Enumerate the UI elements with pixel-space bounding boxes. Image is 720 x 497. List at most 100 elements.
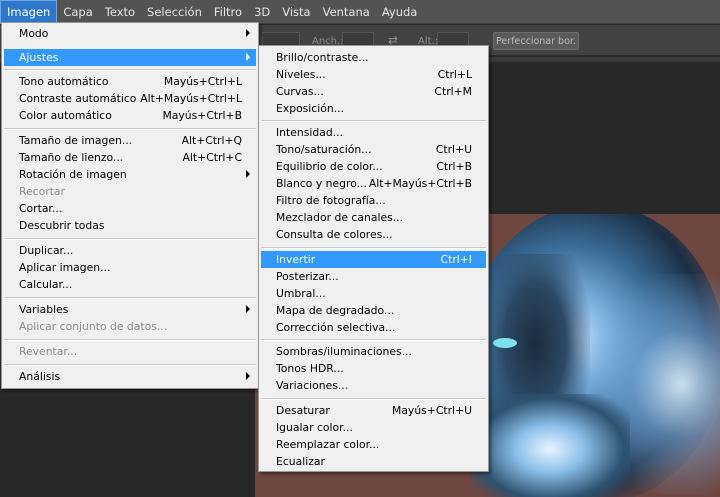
menu-item-label: Curvas... (276, 85, 324, 98)
menu-item-tonos-hdr[interactable]: Tonos HDR... (261, 360, 486, 377)
menu-item-label: Intensidad... (276, 126, 343, 139)
menu-ventana[interactable]: Ventana (317, 0, 376, 24)
menu-item-color-automatico[interactable]: Color automático Mayús+Ctrl+B (4, 107, 256, 124)
menu-item-rotacion-de-imagen[interactable]: Rotación de imagen (4, 166, 256, 183)
menu-item-label: Sombras/iluminaciones... (276, 345, 412, 358)
menu-item-intensidad[interactable]: Intensidad... (261, 124, 486, 141)
menu-separator (4, 297, 256, 299)
menu-imagen[interactable]: Imagen (0, 0, 58, 24)
menu-item-label: Modo (19, 27, 49, 40)
menu-item-shortcut: Alt+Mayús+Ctrl+B (368, 177, 472, 190)
menu-item-label: Análisis (19, 370, 61, 383)
menu-ayuda[interactable]: Ayuda (376, 0, 424, 24)
menu-item-calcular[interactable]: Calcular... (4, 276, 256, 293)
menu-item-tono-saturacion[interactable]: Tono/saturación... Ctrl+U (261, 141, 486, 158)
menu-seleccion[interactable]: Selección (141, 0, 208, 24)
menu-item-aplicar-imagen[interactable]: Aplicar imagen... (4, 259, 256, 276)
menu-item-shortcut: Alt+Ctrl+C (182, 151, 242, 164)
menu-item-shortcut: Ctrl+M (434, 85, 472, 98)
menu-item-label: Equilibrio de color... (276, 160, 383, 173)
menu-separator (4, 364, 256, 366)
menu-item-cortar[interactable]: Cortar... (4, 200, 256, 217)
menu-item-filtro-de-fotografia[interactable]: Filtro de fotografía... (261, 192, 486, 209)
menu-item-label: Tono automático (19, 75, 109, 88)
menu-item-shortcut: Ctrl+L (437, 68, 472, 81)
menu-item-consulta-de-colores[interactable]: Consulta de colores... (261, 226, 486, 243)
menu-item-recortar: Recortar (4, 183, 256, 200)
menu-item-shortcut: Ctrl+B (436, 160, 472, 173)
menu-item-label: Mezclador de canales... (276, 211, 404, 224)
menu-item-ecualizar[interactable]: Ecualizar (261, 453, 486, 470)
menu-item-label: Cortar... (19, 202, 63, 215)
menu-item-label: Umbral... (276, 287, 326, 300)
menu-item-variaciones[interactable]: Variaciones... (261, 377, 486, 394)
ajustes-submenu: Brillo/contraste... Niveles... Ctrl+L Curva… (258, 45, 489, 472)
menu-item-tono-automatico[interactable]: Tono automático Mayús+Ctrl+L (4, 73, 256, 90)
menu-item-analisis[interactable]: Análisis (4, 368, 256, 385)
menu-item-mezclador-de-canales[interactable]: Mezclador de canales... (261, 209, 486, 226)
menu-item-reventar: Reventar... (4, 343, 256, 360)
menu-item-label: Blanco y negro... (276, 177, 367, 190)
menu-separator (4, 69, 256, 71)
menu-item-modo[interactable]: Modo (4, 25, 256, 42)
submenu-arrow-icon (246, 53, 250, 61)
menu-item-umbral[interactable]: Umbral... (261, 285, 486, 302)
photo-arm-highlight (470, 394, 630, 497)
menu-item-variables[interactable]: Variables (4, 301, 256, 318)
menu-item-label: Tonos HDR... (276, 362, 344, 375)
menu-item-reemplazar-color[interactable]: Reemplazar color... (261, 436, 486, 453)
menu-item-label: Tamaño de lienzo... (19, 151, 124, 164)
refine-edge-button[interactable]: Perfeccionar bor. (493, 32, 579, 50)
submenu-arrow-icon (246, 305, 250, 313)
menu-item-ajustes[interactable]: Ajustes (4, 49, 256, 66)
menu-item-shortcut: Ctrl+U (435, 143, 472, 156)
menu-item-tamano-de-lienzo[interactable]: Tamaño de lienzo... Alt+Ctrl+C (4, 149, 256, 166)
menu-item-label: Color automático (19, 109, 112, 122)
menu-item-shortcut: Mayús+Ctrl+U (392, 404, 472, 417)
menu-item-label: Reemplazar color... (276, 438, 380, 451)
menu-item-label: Brillo/contraste... (276, 51, 369, 64)
menu-item-label: Recortar (19, 185, 65, 198)
menu-item-label: Ajustes (19, 51, 59, 64)
menu-item-label: Variaciones... (276, 379, 349, 392)
menu-item-mapa-de-degradado[interactable]: Mapa de degradado... (261, 302, 486, 319)
menu-item-sombras-iluminaciones[interactable]: Sombras/iluminaciones... (261, 343, 486, 360)
menu-separator (261, 120, 486, 122)
menu-item-aplicar-conjunto-de-datos: Aplicar conjunto de datos... (4, 318, 256, 335)
menu-item-equilibrio-de-color[interactable]: Equilibrio de color... Ctrl+B (261, 158, 486, 175)
menu-item-label: Desaturar (276, 404, 330, 417)
menu-item-blanco-y-negro[interactable]: Blanco y negro... Alt+Mayús+Ctrl+B (261, 175, 486, 192)
submenu-arrow-icon (246, 170, 250, 178)
menu-capa[interactable]: Capa (57, 0, 98, 24)
menu-item-tamano-de-imagen[interactable]: Tamaño de imagen... Alt+Ctrl+Q (4, 132, 256, 149)
menu-item-desaturar[interactable]: Desaturar Mayús+Ctrl+U (261, 402, 486, 419)
menu-item-correccion-selectiva[interactable]: Corrección selectiva... (261, 319, 486, 336)
menu-item-igualar-color[interactable]: Igualar color... (261, 419, 486, 436)
menu-item-label: Consulta de colores... (276, 228, 393, 241)
photo-lips (493, 338, 517, 348)
menu-item-curvas[interactable]: Curvas... Ctrl+M (261, 83, 486, 100)
menu-3d[interactable]: 3D (248, 0, 276, 24)
menu-item-invertir[interactable]: Invertir Ctrl+I (261, 251, 486, 268)
menu-item-label: Corrección selectiva... (276, 321, 396, 334)
menu-item-shortcut: Ctrl+I (440, 253, 472, 266)
menu-filtro[interactable]: Filtro (208, 0, 248, 24)
menu-item-shortcut: Mayús+Ctrl+L (163, 75, 242, 88)
menu-item-label: Posterizar... (276, 270, 339, 283)
menu-item-brillo-contraste[interactable]: Brillo/contraste... (261, 49, 486, 66)
menu-vista[interactable]: Vista (276, 0, 316, 24)
menu-item-descubrir-todas[interactable]: Descubrir todas (4, 217, 256, 234)
menu-separator (261, 247, 486, 249)
menu-item-niveles[interactable]: Niveles... Ctrl+L (261, 66, 486, 83)
menu-item-posterizar[interactable]: Posterizar... (261, 268, 486, 285)
menu-bar: Imagen Capa Texto Selección Filtro 3D Vi… (0, 0, 720, 24)
menu-item-exposicion[interactable]: Exposición... (261, 100, 486, 117)
menu-item-label: Ecualizar (276, 455, 325, 468)
menu-item-label: Filtro de fotografía... (276, 194, 386, 207)
menu-item-contraste-automatico[interactable]: Contraste automático Alt+Mayús+Ctrl+L (4, 90, 256, 107)
menu-item-shortcut: Mayús+Ctrl+B (162, 109, 242, 122)
menu-item-duplicar[interactable]: Duplicar... (4, 242, 256, 259)
menu-texto[interactable]: Texto (99, 0, 141, 24)
menu-item-label: Exposición... (276, 102, 344, 115)
menu-item-shortcut: Alt+Mayús+Ctrl+L (140, 92, 242, 105)
